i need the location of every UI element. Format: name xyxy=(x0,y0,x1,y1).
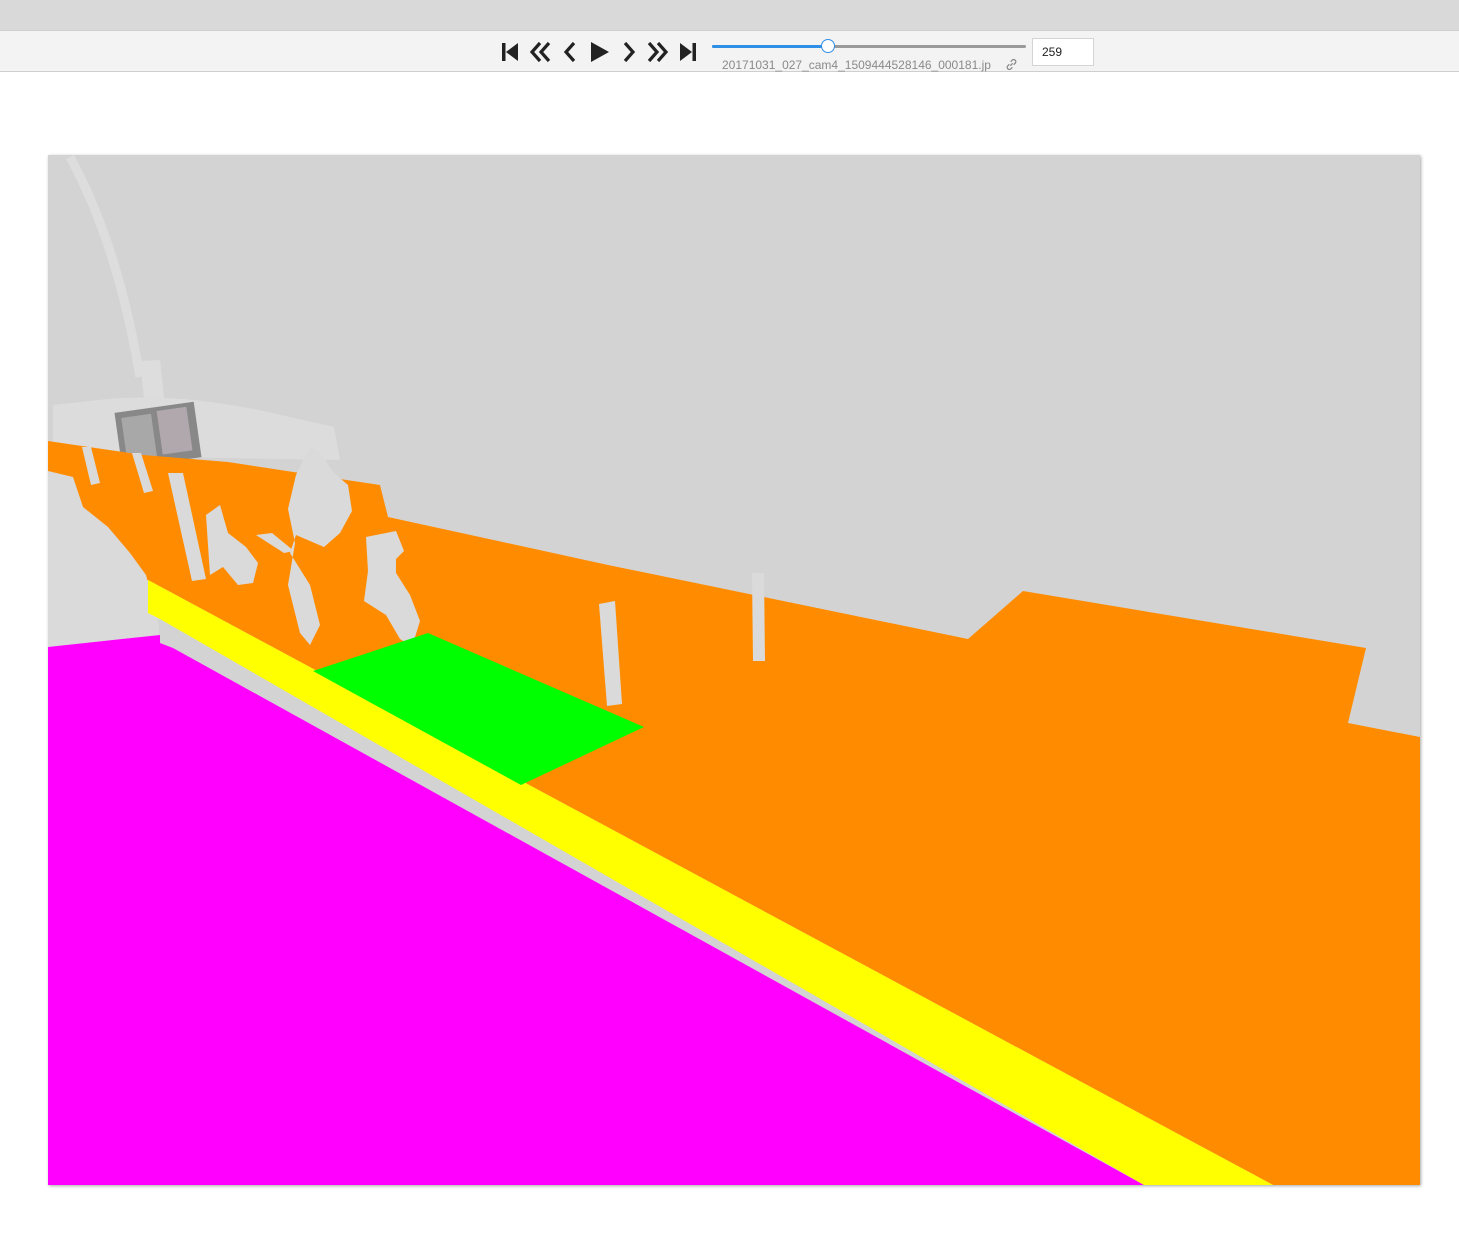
prev-frame-button[interactable] xyxy=(557,39,583,65)
chevron-right-icon xyxy=(623,41,636,63)
play-button[interactable] xyxy=(586,39,612,65)
top-strip xyxy=(0,0,1459,30)
last-frame-button[interactable] xyxy=(675,39,701,65)
link-icon[interactable] xyxy=(1005,58,1018,71)
frame-number-input[interactable] xyxy=(1032,38,1094,66)
jump-forward-button[interactable] xyxy=(645,39,671,65)
first-frame-button[interactable] xyxy=(497,39,523,65)
filename-label: 20171031_027_cam4_1509444528146_000181.j… xyxy=(722,58,991,72)
skip-to-end-icon xyxy=(680,43,696,61)
frame-slider[interactable] xyxy=(712,39,1026,53)
double-chevron-left-icon xyxy=(529,41,551,63)
skip-to-start-icon xyxy=(502,43,518,61)
sign-panel-right xyxy=(156,406,193,455)
play-icon xyxy=(591,42,609,62)
slider-fill xyxy=(712,45,829,48)
player-toolbar: 20171031_027_cam4_1509444528146_000181.j… xyxy=(0,30,1459,72)
slider-thumb[interactable] xyxy=(821,39,836,53)
next-frame-button[interactable] xyxy=(616,39,642,65)
pole-5 xyxy=(752,573,765,661)
scene-viewport[interactable] xyxy=(48,155,1420,1185)
chevron-left-icon xyxy=(563,41,576,63)
jump-back-button[interactable] xyxy=(527,39,553,65)
double-chevron-right-icon xyxy=(647,41,669,63)
